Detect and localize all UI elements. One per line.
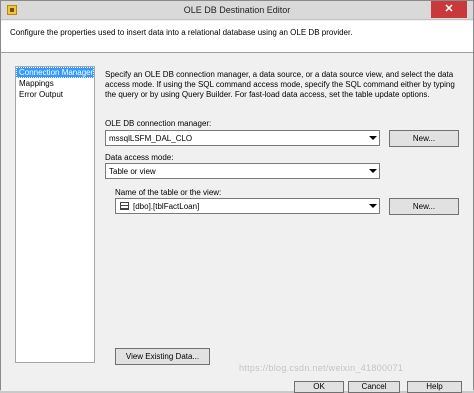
table-name-value: [dbo].[tblFactLoan] [133, 202, 200, 211]
table-name-label: Name of the table or the view: [115, 188, 222, 197]
connection-manager-label: OLE DB connection manager: [105, 119, 212, 128]
new-connection-button[interactable]: New... [389, 130, 459, 147]
data-access-mode-select[interactable]: Table or view [105, 163, 380, 179]
data-access-mode-label: Data access mode: [105, 153, 174, 162]
ole-db-destination-editor-window: OLE DB Destination Editor ✕ Configure th… [0, 0, 474, 393]
chevron-down-icon [368, 133, 377, 143]
ok-button[interactable]: OK [294, 381, 344, 393]
data-access-mode-value: Table or view [109, 167, 156, 176]
header-description: Configure the properties used to insert … [10, 28, 353, 37]
page-navigation-list: Connection Manager Mappings Error Output [15, 66, 95, 363]
help-button[interactable]: Help [407, 381, 462, 393]
header-panel: Configure the properties used to insert … [1, 21, 473, 53]
connection-manager-description: Specify an OLE DB connection manager, a … [105, 70, 455, 99]
new-table-button[interactable]: New... [389, 198, 459, 215]
window-title: OLE DB Destination Editor [183, 5, 291, 15]
chevron-down-icon [368, 166, 377, 176]
connection-manager-value: mssqlLSFM_DAL_CLO [109, 134, 193, 143]
footer-buttons: OK Cancel Help [1, 377, 473, 393]
nav-item-error-output[interactable]: Error Output [16, 89, 94, 100]
close-icon: ✕ [444, 3, 454, 15]
nav-item-connection-manager[interactable]: Connection Manager [16, 67, 94, 78]
chevron-down-icon [368, 201, 377, 211]
cancel-button[interactable]: Cancel [348, 381, 400, 393]
close-button[interactable]: ✕ [431, 1, 467, 18]
view-existing-data-button[interactable]: View Existing Data... [115, 348, 210, 365]
table-icon [120, 202, 129, 210]
table-name-select[interactable]: [dbo].[tblFactLoan] [115, 198, 380, 214]
watermark-text: https://blog.csdn.net/weixin_41800071 [239, 363, 404, 373]
title-bar[interactable]: OLE DB Destination Editor ✕ [1, 1, 473, 20]
connection-manager-select[interactable]: mssqlLSFM_DAL_CLO [105, 130, 380, 146]
nav-item-mappings[interactable]: Mappings [16, 78, 94, 89]
